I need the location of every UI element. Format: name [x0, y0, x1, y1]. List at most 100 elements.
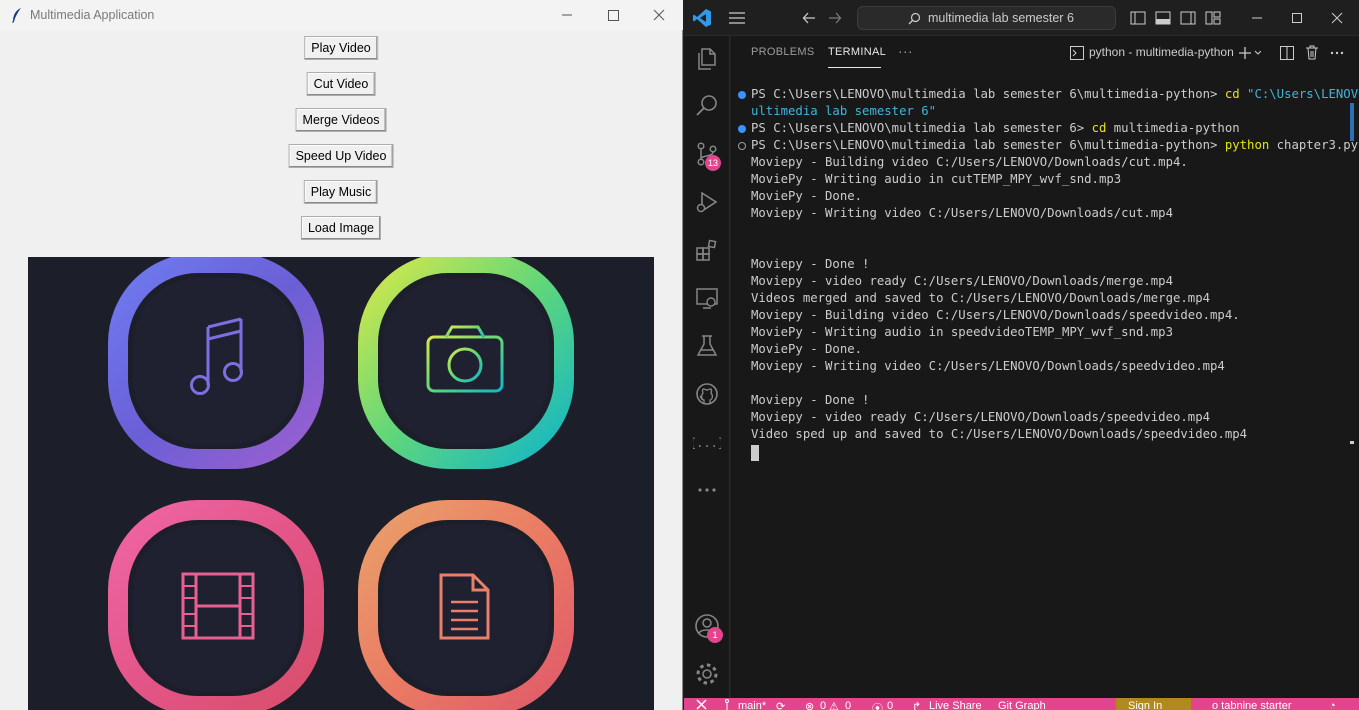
window-close-icon[interactable] [1330, 11, 1344, 25]
terminal-line: Video sped up and saved to C:/Users/LENO… [751, 426, 1247, 443]
terminal-text-segment: Videos merged and saved to C:/Users/LENO… [751, 291, 1211, 305]
terminal-line: Moviepy - video ready C:/Users/LENOVO/Do… [751, 273, 1173, 290]
active-tab-indicator [828, 67, 881, 68]
terminal-text-segment: MoviePy - Done. [751, 342, 863, 356]
errors-count[interactable]: 0 [820, 700, 826, 710]
more-actions-icon[interactable] [1330, 46, 1344, 60]
search-activity-icon[interactable] [693, 92, 721, 120]
load-image-button[interactable]: Load Image [300, 216, 382, 240]
terminal-text-segment: Moviepy - Writing video C:/Users/LENOVO/… [751, 206, 1173, 220]
settings-gear-icon[interactable] [693, 660, 721, 688]
terminal-text-segment: Moviepy - Building video C:/Users/LENOVO… [751, 155, 1188, 169]
close-button[interactable] [639, 4, 679, 26]
back-arrow-icon[interactable] [802, 11, 816, 25]
window-title: Multimedia Application [30, 8, 155, 22]
tab-problems[interactable]: PROBLEMS [751, 46, 815, 58]
ports-count[interactable]: 0 [887, 700, 893, 710]
json-braces-icon[interactable]: {...} [689, 428, 725, 456]
remote-explorer-icon[interactable] [693, 284, 721, 312]
kill-terminal-trash-icon[interactable] [1305, 45, 1319, 60]
command-decoration-dot[interactable] [738, 91, 746, 99]
tk-window: Multimedia Application Play Video Cut Vi… [0, 0, 683, 710]
minimize-button[interactable] [547, 4, 587, 26]
cut-video-button[interactable]: Cut Video [306, 72, 376, 96]
git-graph-button[interactable]: Git Graph [998, 700, 1046, 710]
window-minimize-icon[interactable] [1250, 11, 1264, 25]
terminal-scrollbar[interactable] [1350, 71, 1356, 698]
terminal-text-segment: Video sped up and saved to C:/Users/LENO… [751, 427, 1248, 441]
menu-icon[interactable] [728, 11, 746, 25]
camera-icon [358, 257, 574, 469]
remote-indicator-icon[interactable] [696, 699, 707, 710]
vscode-logo-icon [693, 9, 711, 27]
terminal-line: Moviepy - Writing video C:/Users/LENOVO/… [751, 358, 1225, 375]
command-center-search[interactable]: multimedia lab semester 6 [857, 6, 1116, 30]
terminal-text-segment: PS C:\Users\LENOVO\multimedia lab semest… [751, 121, 1092, 135]
terminal-text-segment: Moviepy - Done ! [751, 393, 870, 407]
terminal-text-segment: "C:\Users\LENOVO\m [1247, 87, 1359, 101]
music-icon [108, 257, 324, 469]
feather-icon [12, 8, 21, 23]
command-decoration-dot[interactable] [738, 125, 746, 133]
multimedia-icons-image [108, 257, 574, 710]
document-icon [358, 500, 574, 710]
source-control-badge: 13 [705, 155, 721, 171]
play-video-button[interactable]: Play Video [304, 36, 378, 60]
more-views-icon[interactable] [693, 476, 721, 504]
github-icon[interactable] [693, 380, 721, 408]
warnings-count[interactable]: 0 [845, 700, 851, 710]
testing-icon[interactable] [693, 332, 721, 360]
source-control-icon[interactable]: 13 [693, 140, 721, 171]
loaded-image [28, 257, 654, 710]
terminal-line: Moviepy - Building video C:/Users/LENOVO… [751, 154, 1188, 171]
terminal-instance-name[interactable]: python - multimedia-python [1089, 45, 1234, 59]
tab-terminal[interactable]: TERMINAL [828, 46, 886, 58]
terminal-text-segment: MoviePy - Writing audio in speedvideoTEM… [751, 325, 1173, 339]
toggle-primary-sidebar-icon[interactable] [1130, 11, 1146, 25]
sync-icon[interactable]: ⟳ [776, 700, 785, 710]
command-decoration-dot[interactable] [738, 142, 746, 150]
status-bar: main* ⟳ ⊗ 0 ⚠ 0 ⦿ 0 ↱ Live Share Git Gra… [684, 698, 1359, 710]
accounts-badge: 1 [707, 627, 723, 643]
toggle-secondary-sidebar-icon[interactable] [1180, 11, 1196, 25]
terminal-line: ultimedia lab semester 6" [751, 103, 936, 120]
svg-text:{...}: {...} [693, 436, 721, 450]
terminal-text-segment: PS C:\Users\LENOVO\multimedia lab semest… [751, 138, 1225, 152]
merge-videos-button[interactable]: Merge Videos [295, 108, 387, 132]
extensions-icon[interactable] [693, 236, 721, 264]
vscode-window: multimedia lab semester 6 13 ... 1 PROBL… [684, 0, 1359, 710]
tabnine-status[interactable]: o tabnine starter [1212, 700, 1292, 710]
branch-name[interactable]: main* [738, 700, 766, 710]
play-music-button[interactable]: Play Music [303, 180, 379, 204]
terminal-text-segment: Moviepy - video ready C:/Users/LENOVO/Do… [751, 410, 1211, 424]
window-maximize-icon[interactable] [1290, 11, 1304, 25]
terminal-text-segment: MoviePy - Writing audio in cutTEMP_MPY_w… [751, 172, 1122, 186]
terminal-line: Videos merged and saved to C:/Users/LENO… [751, 290, 1210, 307]
terminal-prompt-icon [1070, 46, 1084, 60]
tk-titlebar: Multimedia Application [0, 0, 683, 30]
toggle-panel-icon[interactable] [1155, 11, 1171, 25]
customize-layout-icon[interactable] [1205, 11, 1221, 25]
panel-more-button[interactable]: ··· [898, 43, 913, 59]
notifications-bell-icon[interactable]: ◔ [1329, 700, 1336, 710]
new-terminal-icon[interactable] [1239, 46, 1261, 60]
explorer-icon[interactable] [693, 45, 721, 73]
accounts-icon[interactable]: 1 [693, 612, 723, 643]
terminal-line: Moviepy - Building video C:/Users/LENOVO… [751, 307, 1240, 324]
vscode-titlebar: multimedia lab semester 6 [684, 0, 1359, 36]
terminal-cursor [751, 445, 759, 461]
terminal-line: Moviepy - Done ! [751, 392, 869, 409]
terminal-text-segment: MoviePy - Done. [751, 189, 863, 203]
sign-in-button[interactable]: Sign In [1128, 700, 1162, 710]
terminal-text-segment: Moviepy - Building video C:/Users/LENOVO… [751, 308, 1240, 322]
run-debug-icon[interactable] [693, 188, 721, 216]
speed-up-video-button[interactable]: Speed Up Video [288, 144, 394, 168]
live-share-icon: ↱ [912, 701, 922, 710]
maximize-button[interactable] [593, 4, 633, 26]
ports-icon: ⦿ [872, 703, 883, 710]
live-share-button[interactable]: Live Share [929, 700, 982, 710]
terminal-output[interactable]: PS C:\Users\LENOVO\multimedia lab semest… [731, 71, 1359, 698]
split-terminal-icon[interactable] [1280, 46, 1294, 60]
forward-arrow-icon[interactable] [828, 11, 842, 25]
warnings-icon: ⚠ [829, 701, 839, 710]
